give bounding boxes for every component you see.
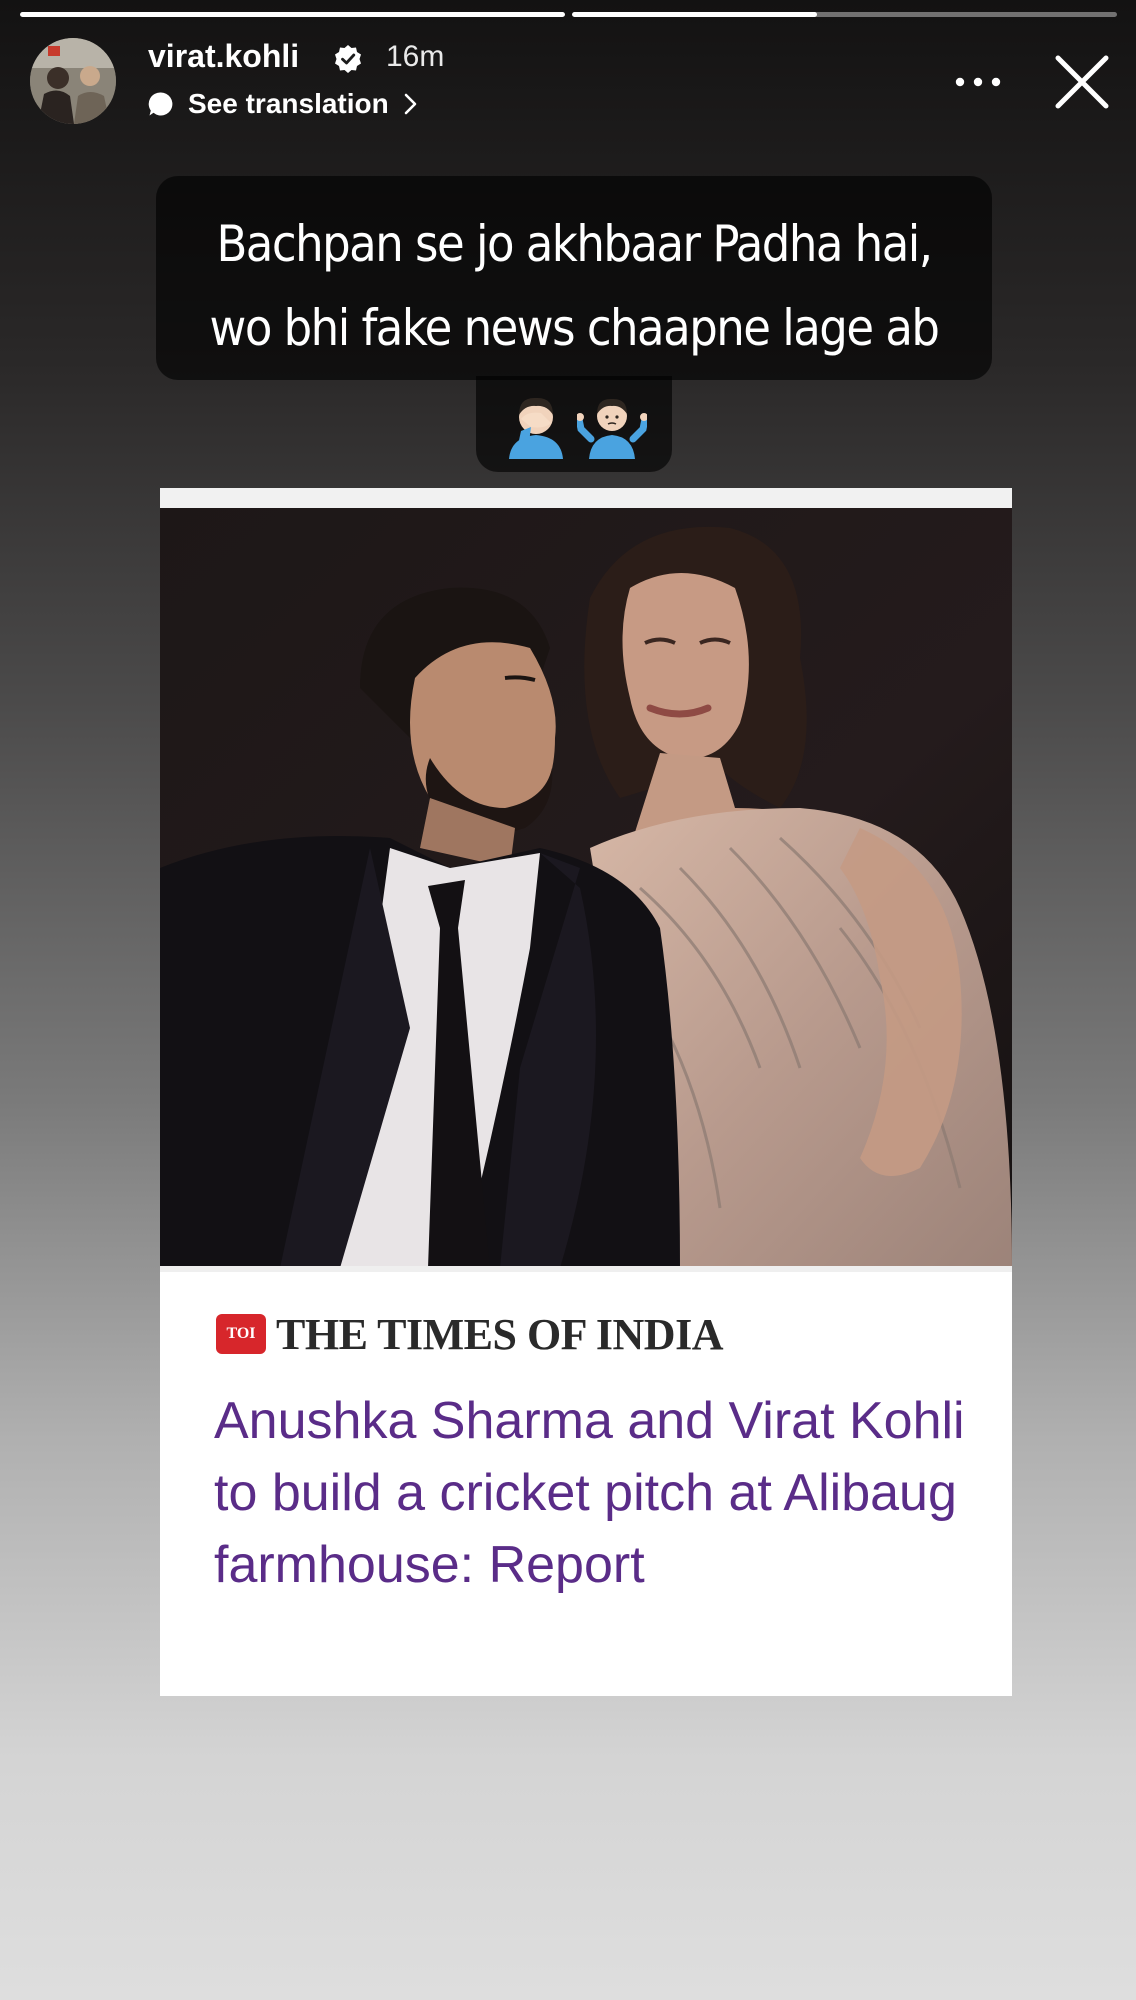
card-top-strip [160, 488, 1012, 508]
post-time: 16m [386, 40, 445, 73]
story-progress-fill-1 [20, 12, 565, 17]
man-shrugging-emoji-icon [577, 398, 647, 459]
avatar[interactable] [30, 38, 116, 124]
caption-line-1: Bachpan se jo akhbaar Padha hai, [216, 215, 933, 273]
news-card[interactable]: TOI THE TIMES OF INDIA Anushka Sharma an… [160, 488, 1012, 1696]
toi-logo-icon: TOI [216, 1314, 266, 1354]
username[interactable]: virat.kohli [148, 38, 299, 75]
caption-line-2: wo bhi fake news chaapne lage ab [209, 299, 940, 357]
publisher-row: TOI THE TIMES OF INDIA [216, 1309, 723, 1359]
more-options-icon[interactable] [950, 62, 1006, 102]
avatar-image [30, 38, 116, 124]
close-icon[interactable] [1052, 52, 1112, 112]
see-translation-label: See translation [188, 88, 389, 119]
chevron-right-icon [404, 93, 417, 115]
story-progress-fill-2 [572, 12, 818, 17]
publisher-name: THE TIMES OF INDIA [276, 1309, 723, 1359]
story-progress-bar-2 [572, 12, 1117, 17]
verified-badge-icon [335, 45, 361, 73]
see-translation-button[interactable]: See translation [148, 84, 419, 124]
man-facepalming-emoji-icon [509, 397, 563, 459]
story-caption: Bachpan se jo akhbaar Padha hai, wo bhi … [156, 176, 992, 380]
story-progress-bar-1 [20, 12, 565, 17]
emoji-sticker [476, 376, 672, 472]
news-headline[interactable]: Anushka Sharma and Virat Kohli to build … [214, 1385, 994, 1601]
speech-bubble-icon [148, 92, 173, 116]
